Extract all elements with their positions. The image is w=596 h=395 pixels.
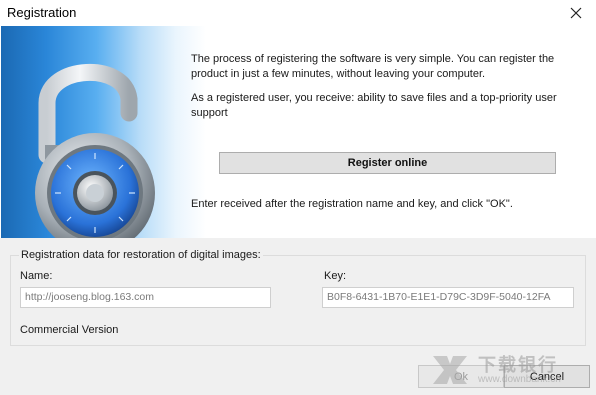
title-bar: Registration — [0, 0, 596, 26]
close-button[interactable] — [556, 0, 596, 26]
name-label: Name: — [20, 270, 53, 282]
banner: The process of registering the software … — [1, 26, 595, 253]
instruction-text: Enter received after the registration na… — [191, 198, 513, 210]
description-paragraph-1: The process of registering the software … — [191, 53, 555, 80]
close-icon — [570, 7, 582, 19]
registration-group-title: Registration data for restoration of dig… — [19, 249, 263, 261]
padlock-icon — [35, 63, 155, 253]
watermark: 下载银行 www.downbank.cn — [430, 350, 590, 390]
key-field[interactable]: B0F8-6431-1B70-E1E1-D79C-3D9F-5040-12FA — [322, 287, 574, 308]
edition-label: Commercial Version — [20, 324, 119, 336]
description-paragraph-2: As a registered user, you receive: abili… — [191, 92, 557, 119]
watermark-logo-icon — [433, 356, 467, 384]
key-label: Key: — [324, 270, 347, 282]
register-online-button[interactable]: Register online — [219, 152, 556, 174]
watermark-url: www.downbank.cn — [478, 374, 561, 385]
name-field[interactable]: http://jooseng.blog.163.com — [20, 287, 271, 308]
window-title: Registration — [7, 5, 77, 20]
